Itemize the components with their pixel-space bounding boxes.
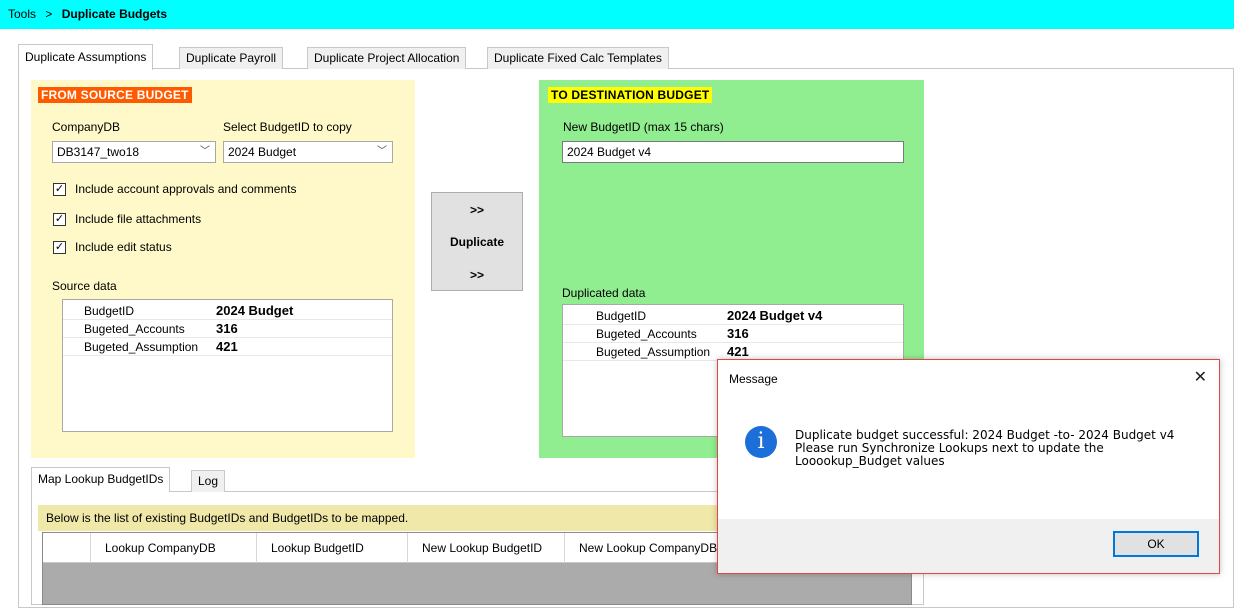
source-row-key: BudgetID (84, 304, 135, 318)
breadcrumb-root[interactable]: Tools (8, 7, 36, 21)
source-row-value: 2024 Budget (216, 303, 294, 318)
breadcrumb: Tools > Duplicate Budgets (8, 7, 167, 21)
dialog-footer: OK (718, 519, 1219, 573)
source-row-value: 316 (216, 321, 238, 336)
new-budget-id-input[interactable]: 2024 Budget v4 (562, 141, 904, 163)
tab-duplicate-payroll[interactable]: Duplicate Payroll (179, 47, 284, 69)
tab-map-lookup-budgetids[interactable]: Map Lookup BudgetIDs (31, 467, 171, 492)
checkbox-approvals-label: Include account approvals and comments (75, 182, 297, 196)
checkbox-edit-status-label: Include edit status (75, 240, 172, 254)
dialog-title: Message (729, 372, 778, 386)
tab-duplicate-fixed-calc-templates[interactable]: Duplicate Fixed Calc Templates (487, 47, 669, 69)
company-select[interactable]: DB3147_two18 ﹀ (52, 141, 216, 163)
checkbox-attachments[interactable]: ✓ (53, 213, 66, 226)
duplicate-button[interactable]: >> Duplicate >> (431, 192, 523, 291)
checkbox-edit-status[interactable]: ✓ (53, 241, 66, 254)
budget-select-label: Select BudgetID to copy (223, 120, 352, 134)
checkbox-approvals[interactable]: ✓ (53, 183, 66, 196)
dialog-message-line-2: Please run Synchronize Lookups next to u… (795, 441, 1104, 468)
tab-strip: Duplicate Assumptions Duplicate Payroll … (18, 44, 818, 70)
column-new-lookup-budgetid[interactable]: New Lookup BudgetID (408, 533, 565, 563)
source-row-value: 421 (216, 339, 238, 354)
budget-select-value: 2024 Budget (228, 145, 297, 159)
chevron-down-icon: ﹀ (200, 146, 210, 157)
dest-row-key: Bugeted_Accounts (596, 327, 697, 341)
list-item: Bugeted_Assumption 421 (63, 339, 392, 356)
company-label: CompanyDB (52, 120, 121, 134)
info-icon: i (745, 426, 777, 458)
message-dialog: Message ✕ i Duplicate budget successful:… (717, 359, 1220, 574)
ok-button[interactable]: OK (1113, 531, 1199, 557)
dest-row-value: 2024 Budget v4 (727, 308, 823, 323)
list-item: Bugeted_Accounts 316 (63, 321, 392, 338)
list-item: BudgetID 2024 Budget v4 (563, 308, 903, 325)
source-data-list[interactable]: BudgetID 2024 Budget Bugeted_Accounts 31… (62, 299, 393, 432)
list-item: Bugeted_Accounts 316 (563, 326, 903, 343)
breadcrumb-separator: > (45, 7, 53, 21)
grid-row-header-corner (43, 533, 91, 563)
budget-select[interactable]: 2024 Budget ﹀ (223, 141, 393, 163)
source-row-key: Bugeted_Assumption (84, 340, 199, 354)
tab-log[interactable]: Log (191, 470, 226, 492)
dest-row-key: Bugeted_Assumption (596, 345, 711, 359)
source-header: FROM SOURCE BUDGET (38, 87, 192, 103)
duplicate-arrow-bottom: >> (469, 268, 484, 282)
source-row-key: Bugeted_Accounts (84, 322, 185, 336)
column-lookup-companydb[interactable]: Lookup CompanyDB (91, 533, 257, 563)
close-icon[interactable]: ✕ (1194, 367, 1207, 387)
source-data-label: Source data (52, 279, 117, 293)
column-lookup-budgetid[interactable]: Lookup BudgetID (257, 533, 408, 563)
dest-row-value: 421 (727, 344, 749, 359)
checkbox-attachments-label: Include file attachments (75, 212, 202, 226)
breadcrumb-current: Duplicate Budgets (61, 7, 168, 21)
list-item: BudgetID 2024 Budget (63, 303, 392, 320)
new-budget-id-label: New BudgetID (max 15 chars) (563, 120, 724, 134)
chevron-down-icon: ﹀ (377, 146, 387, 157)
duplicated-data-label: Duplicated data (562, 286, 646, 300)
duplicate-button-label: Duplicate (449, 235, 504, 249)
breadcrumb-bar: Tools > Duplicate Budgets (0, 0, 1234, 29)
tab-duplicate-assumptions[interactable]: Duplicate Assumptions (18, 44, 154, 70)
dialog-message: Duplicate budget successful: 2024 Budget… (795, 429, 1205, 468)
duplicate-arrow-top: >> (469, 203, 484, 217)
dest-row-value: 316 (727, 326, 749, 341)
company-select-value: DB3147_two18 (57, 145, 140, 159)
dest-row-key: BudgetID (596, 309, 647, 323)
destination-header: TO DESTINATION BUDGET (548, 87, 713, 103)
tab-duplicate-project-allocation[interactable]: Duplicate Project Allocation (307, 47, 467, 69)
